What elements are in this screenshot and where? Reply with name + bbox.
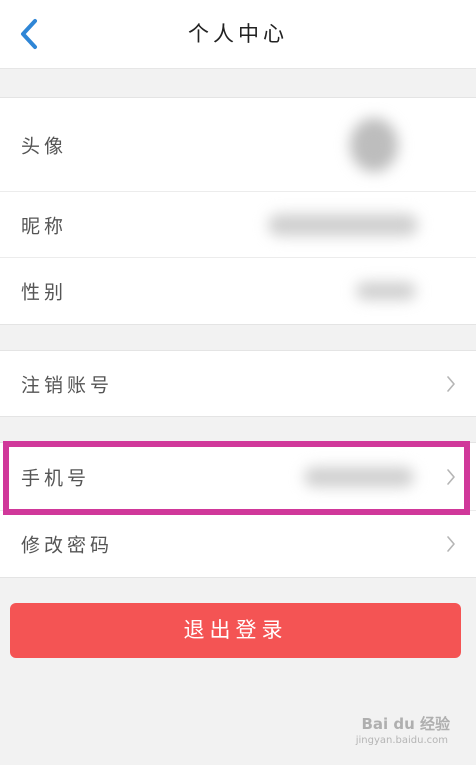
- change-password-label: 修改密码: [21, 534, 114, 557]
- change-password-row[interactable]: 修改密码: [0, 511, 476, 577]
- nickname-row[interactable]: 昵称: [0, 192, 476, 258]
- phone-value: [304, 467, 414, 487]
- chevron-right-icon: [447, 536, 455, 552]
- nickname-value: [268, 214, 418, 236]
- phone-label: 手机号: [21, 467, 91, 489]
- gender-row[interactable]: 性别: [0, 258, 476, 324]
- avatar-label: 头像: [21, 135, 68, 157]
- page-title: 个人中心: [188, 22, 288, 46]
- security-group: 手机号 修改密码: [0, 442, 476, 578]
- avatar: [350, 118, 398, 172]
- phone-row[interactable]: 手机号: [0, 443, 476, 511]
- gender-label: 性别: [21, 281, 68, 304]
- chevron-right-icon: [447, 468, 455, 485]
- watermark-logo: Bai du 经验: [361, 715, 450, 733]
- chevron-right-icon: [447, 375, 455, 392]
- nickname-label: 昵称: [21, 215, 68, 237]
- watermark-url: jingyan.baidu.com: [355, 735, 448, 746]
- logout-button[interactable]: 退出登录: [10, 603, 461, 658]
- cancel-account-label: 注销账号: [21, 374, 114, 396]
- cancel-account-row[interactable]: 注销账号: [0, 351, 476, 416]
- avatar-row[interactable]: 头像: [0, 98, 476, 192]
- profile-group: 头像 昵称 性别: [0, 97, 476, 325]
- nav-bar: 个人中心: [0, 0, 476, 69]
- account-group: 注销账号: [0, 350, 476, 417]
- gender-value: [356, 282, 416, 300]
